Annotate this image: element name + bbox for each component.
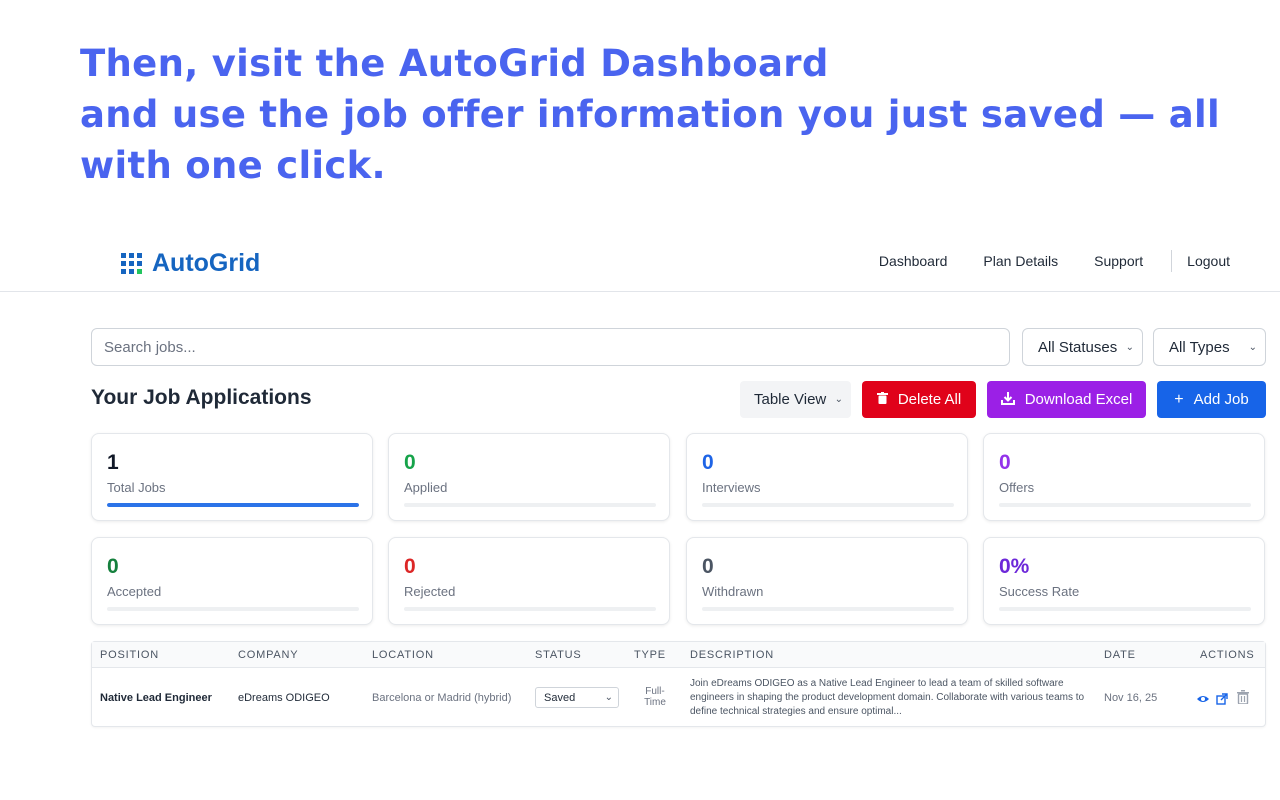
view-select[interactable]: Table View ⌄: [740, 381, 851, 418]
stat-progress-bar: [999, 607, 1251, 611]
nav-dashboard[interactable]: Dashboard: [879, 253, 948, 269]
type-filter-value: All Types: [1169, 338, 1230, 356]
stat-label: Success Rate: [999, 584, 1080, 599]
plus-icon: +: [1174, 390, 1184, 408]
stat-label: Accepted: [107, 584, 162, 599]
chevron-down-icon: ⌄: [834, 394, 843, 405]
promo-line-3: with one click.: [80, 144, 386, 187]
column-header-position[interactable]: POSITION: [100, 649, 159, 661]
stat-card-interviews: 0 Interviews: [686, 433, 968, 521]
trash-icon[interactable]: [1237, 690, 1251, 705]
chevron-down-icon: ⌄: [1248, 341, 1257, 353]
chevron-down-icon: ⌄: [1125, 341, 1134, 353]
job-type-line-1: Full-: [645, 686, 665, 697]
table-header: POSITION COMPANY LOCATION STATUS TYPE DE…: [92, 642, 1265, 668]
column-header-type[interactable]: TYPE: [634, 649, 666, 661]
stat-value: 0: [999, 451, 1011, 474]
column-header-location[interactable]: LOCATION: [372, 649, 434, 661]
type-filter-select[interactable]: All Types ⌄: [1153, 328, 1266, 366]
nav-plan-details[interactable]: Plan Details: [983, 253, 1058, 269]
stat-value: 0: [404, 451, 416, 474]
stat-progress-bar: [107, 503, 359, 507]
job-status-select[interactable]: Saved ⌄: [535, 687, 619, 708]
job-company: eDreams ODIGEO: [238, 692, 330, 704]
stat-value: 0: [404, 555, 416, 578]
view-select-value: Table View: [754, 391, 827, 408]
jobs-table: POSITION COMPANY LOCATION STATUS TYPE DE…: [91, 641, 1266, 727]
stat-card-applied: 0 Applied: [388, 433, 670, 521]
download-excel-label: Download Excel: [1024, 391, 1133, 408]
stat-progress-bar: [999, 503, 1251, 507]
nav-support[interactable]: Support: [1094, 253, 1143, 269]
stat-label: Rejected: [404, 584, 456, 599]
stat-value: 0%: [999, 555, 1030, 578]
job-type-line-2: Time: [644, 697, 666, 708]
promo-headline: Then, visit the AutoGrid Dashboard and u…: [80, 38, 1260, 191]
nav-links: Dashboard Plan Details Support Logout: [879, 250, 1230, 272]
stat-value: 0: [702, 555, 714, 578]
stat-value: 0: [107, 555, 119, 578]
grid-logo-icon: [121, 252, 142, 274]
delete-all-label: Delete All: [897, 391, 962, 408]
logout-link[interactable]: Logout: [1187, 253, 1230, 269]
promo-line-1: Then, visit the AutoGrid Dashboard: [80, 42, 829, 85]
stat-label: Interviews: [702, 480, 761, 495]
download-excel-button[interactable]: Download Excel: [987, 381, 1146, 418]
column-header-company[interactable]: COMPANY: [238, 649, 298, 661]
delete-all-button[interactable]: Delete All: [862, 381, 976, 418]
stat-progress-fill: [107, 503, 359, 507]
stat-card-rejected: 0 Rejected: [388, 537, 670, 625]
navbar: AutoGrid Dashboard Plan Details Support …: [0, 232, 1280, 292]
column-header-status[interactable]: STATUS: [535, 649, 582, 661]
page-title: Your Job Applications: [91, 386, 312, 409]
stat-progress-bar: [404, 503, 656, 507]
stat-label: Offers: [999, 480, 1035, 495]
stat-progress-bar: [702, 607, 954, 611]
job-status-value: Saved: [544, 691, 576, 704]
job-type: Full- Time: [637, 686, 673, 708]
stat-card-offers: 0 Offers: [983, 433, 1265, 521]
stat-card-success-rate: 0% Success Rate: [983, 537, 1265, 625]
column-header-actions: ACTIONS: [1200, 649, 1255, 661]
chevron-down-icon: ⌄: [604, 692, 613, 703]
column-header-date[interactable]: DATE: [1104, 649, 1136, 661]
external-link-icon[interactable]: [1215, 692, 1229, 706]
status-filter-value: All Statuses: [1038, 338, 1118, 356]
search-input[interactable]: [91, 328, 1010, 366]
stat-card-withdrawn: 0 Withdrawn: [686, 537, 968, 625]
stat-card-accepted: 0 Accepted: [91, 537, 373, 625]
stat-label: Applied: [404, 480, 448, 495]
stat-card-total-jobs: 1 Total Jobs: [91, 433, 373, 521]
job-location: Barcelona or Madrid (hybrid): [372, 692, 512, 704]
stat-label: Withdrawn: [702, 584, 764, 599]
stat-value: 0: [702, 451, 714, 474]
status-filter-select[interactable]: All Statuses ⌄: [1022, 328, 1143, 366]
add-job-label: Add Job: [1193, 391, 1249, 408]
stat-label: Total Jobs: [107, 480, 166, 495]
promo-line-2: and use the job offer information you ju…: [80, 93, 1221, 136]
job-position: Native Lead Engineer: [100, 692, 212, 704]
job-date: Nov 16, 25: [1104, 692, 1158, 704]
stat-progress-bar: [404, 607, 656, 611]
job-description: Join eDreams ODIGEO as a Native Lead Eng…: [690, 678, 1085, 717]
add-job-button[interactable]: + Add Job: [1157, 381, 1266, 418]
stat-value: 1: [107, 451, 119, 474]
download-icon: [1000, 391, 1015, 408]
eye-icon[interactable]: [1196, 692, 1210, 706]
nav-divider: [1171, 250, 1173, 272]
brand-logo[interactable]: AutoGrid: [120, 249, 260, 278]
column-header-description[interactable]: DESCRIPTION: [690, 649, 774, 661]
brand-name: AutoGrid: [152, 249, 261, 277]
trash-icon: [876, 392, 888, 407]
stat-progress-bar: [107, 607, 359, 611]
stat-progress-bar: [702, 503, 954, 507]
